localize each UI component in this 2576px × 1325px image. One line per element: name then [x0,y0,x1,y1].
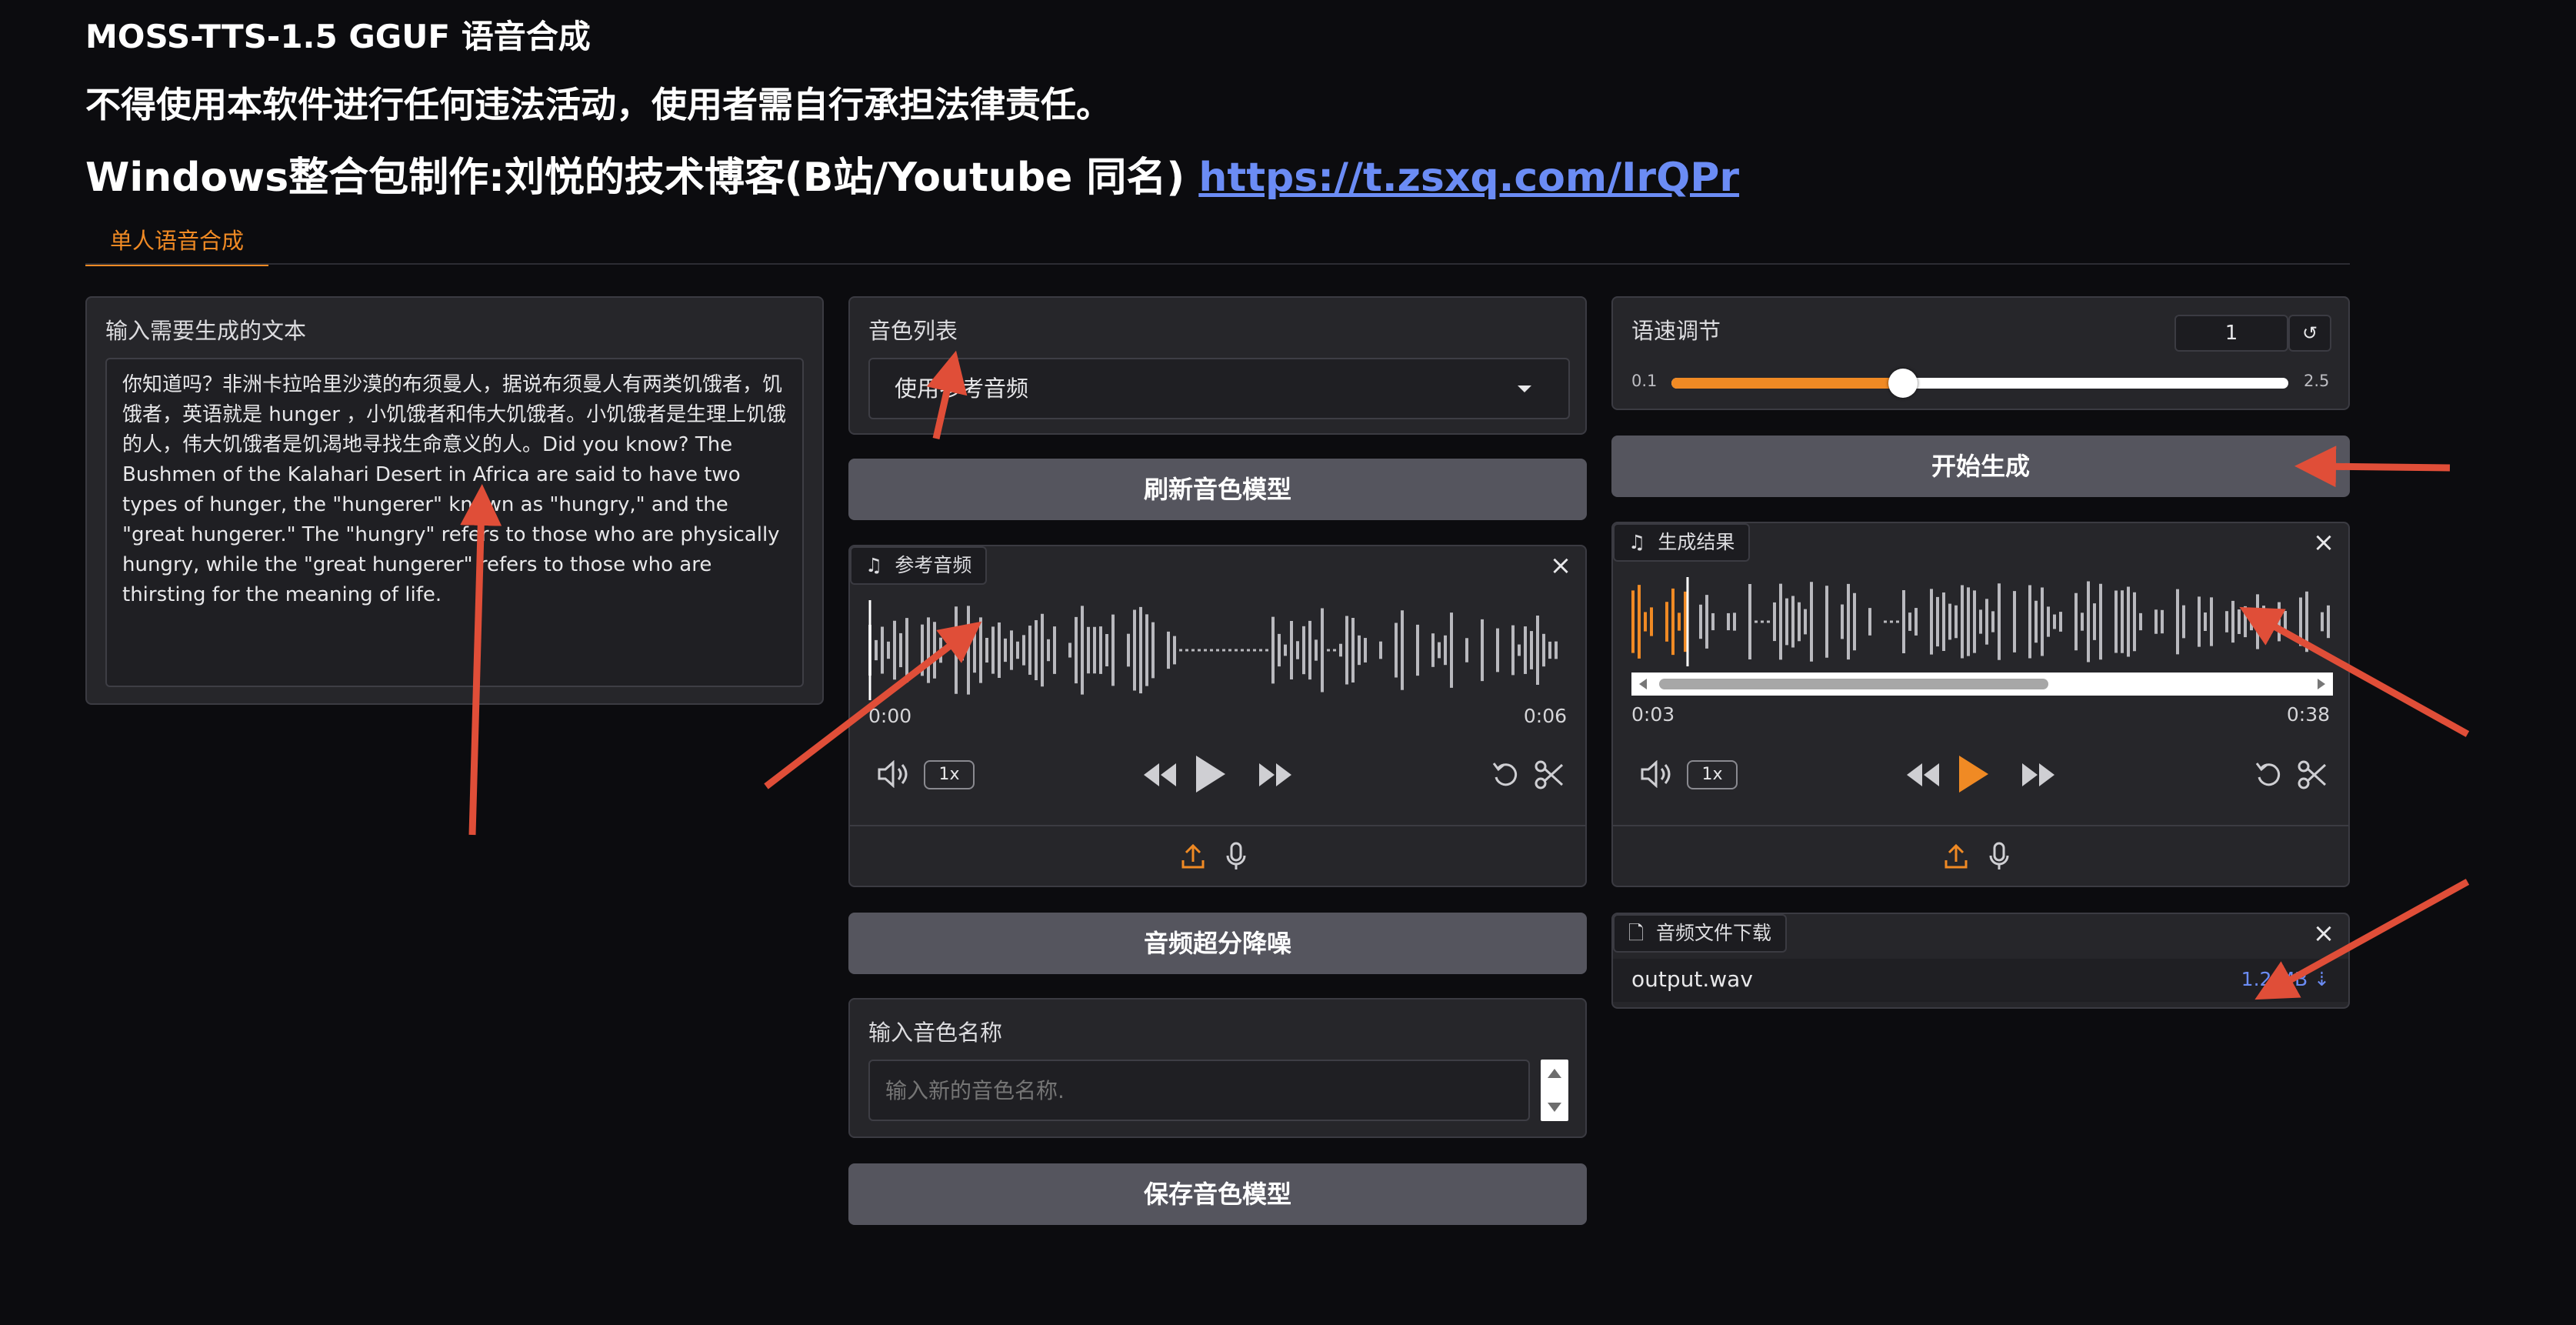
speed-max: 2.5 [2304,372,2330,390]
forward-icon[interactable] [1258,762,1295,788]
upload-icon[interactable] [1181,843,1205,869]
reference-waveform[interactable] [868,600,1570,700]
speed-slider-fill [1671,378,1903,389]
upload-icon[interactable] [1944,843,1968,869]
reset-icon[interactable]: ↺ [2288,315,2331,352]
tab-single-voice[interactable]: 单人语音合成 [85,222,269,266]
reference-time-start: 0:00 [868,705,912,727]
result-waveform[interactable] [1631,577,2333,666]
reference-audio-panel: ♫ 参考音频 × 0:00 0:06 1x [848,545,1587,887]
credit-line: Windows整合包制作:刘悦的技术博客(B站/Youtube 同名) http… [85,145,1739,202]
credit-text: Windows整合包制作:刘悦的技术博客(B站/Youtube 同名) [85,155,1185,201]
scissors-icon[interactable] [1535,760,1564,789]
reference-time-end: 0:06 [1523,705,1567,727]
reference-audio-label: ♫ 参考音频 [850,546,988,585]
voice-list-label: 音色列表 [868,318,958,344]
speed-slider-track[interactable] [1671,369,2288,398]
play-icon[interactable] [1956,754,1990,794]
voice-list-selected: 使用参考音频 [895,375,1029,402]
text-input-label: 输入需要生成的文本 [105,318,307,344]
result-divider [1613,825,2348,826]
undo-icon[interactable] [2254,760,2284,789]
tab-divider [85,263,2350,265]
forward-icon[interactable] [2021,762,2058,788]
voice-name-stepper[interactable] [1541,1060,1568,1121]
denoise-button[interactable]: 音频超分降噪 [848,913,1587,974]
close-icon[interactable]: × [2308,528,2339,559]
scissors-icon[interactable] [2298,760,2327,789]
text-input-area[interactable]: 你知道吗？非洲卡拉哈里沙漠的布须曼人，据说布须曼人有两类饥饿者，饥饿者，英语就是… [105,358,804,687]
result-audio-panel: ♫ 生成结果 × 0:03 0:38 1x [1611,522,2350,887]
voice-name-input[interactable] [868,1060,1530,1121]
volume-icon[interactable] [878,760,910,788]
app-title: MOSS-TTS-1.5 GGUF 语音合成 [85,18,591,55]
result-audio-label: ♫ 生成结果 [1613,523,1751,562]
microphone-icon[interactable] [1988,842,2010,871]
voice-name-panel: 输入音色名称 [848,998,1587,1138]
undo-icon[interactable] [1491,760,1521,789]
close-icon[interactable]: × [1545,551,1576,582]
download-panel: 🗋 音频文件下载 × output.wav 1.2 MB ⇣ [1611,913,2350,1009]
voice-list-dropdown[interactable]: 使用参考音频 [868,358,1570,419]
text-input-panel: 输入需要生成的文本 你知道吗？非洲卡拉哈里沙漠的布须曼人，据说布须曼人有两类饥饿… [85,296,824,705]
speed-label: 语速调节 [1631,318,1721,344]
result-scrollbar-thumb[interactable] [1659,679,2048,689]
generate-button[interactable]: 开始生成 [1611,436,2350,497]
download-file-size[interactable]: 1.2 MB ⇣ [2241,968,2330,990]
download-file-row[interactable]: output.wav 1.2 MB ⇣ [1613,959,2348,1002]
rewind-icon[interactable] [1141,762,1178,788]
voice-list-panel: 音色列表 使用参考音频 [848,296,1587,435]
music-note-icon: ♫ [1628,531,1646,553]
speed-value-input[interactable]: 1 [2174,315,2288,352]
music-note-icon: ♫ [865,554,883,576]
speed-min: 0.1 [1631,372,1658,390]
volume-icon[interactable] [1641,760,1673,788]
credit-link[interactable]: https://t.zsxq.com/IrQPr [1198,155,1739,201]
speed-panel: 语速调节 1 ↺ 0.1 2.5 [1611,296,2350,410]
download-label: 🗋 音频文件下载 [1613,914,1788,953]
microphone-icon[interactable] [1225,842,1247,871]
close-icon[interactable]: × [2308,919,2339,950]
save-voice-button[interactable]: 保存音色模型 [848,1163,1587,1225]
voice-name-label: 输入音色名称 [868,1020,1003,1046]
file-icon: 🗋 [1628,922,1645,944]
chevron-down-icon [1518,385,1531,392]
rewind-icon[interactable] [1904,762,1941,788]
reference-speed-button[interactable]: 1x [924,760,975,789]
result-scrollbar[interactable] [1631,673,2333,696]
download-file-name[interactable]: output.wav [1631,966,1753,992]
speed-slider-handle[interactable] [1888,369,1918,398]
result-speed-button[interactable]: 1x [1687,760,1738,789]
refresh-voice-button[interactable]: 刷新音色模型 [848,459,1587,520]
disclaimer-text: 不得使用本软件进行任何违法活动，使用者需自行承担法律责任。 [85,84,1111,125]
result-time-current: 0:03 [1631,703,1675,726]
play-icon[interactable] [1193,754,1227,794]
result-time-end: 0:38 [2286,703,2330,726]
reference-divider [850,825,1585,826]
